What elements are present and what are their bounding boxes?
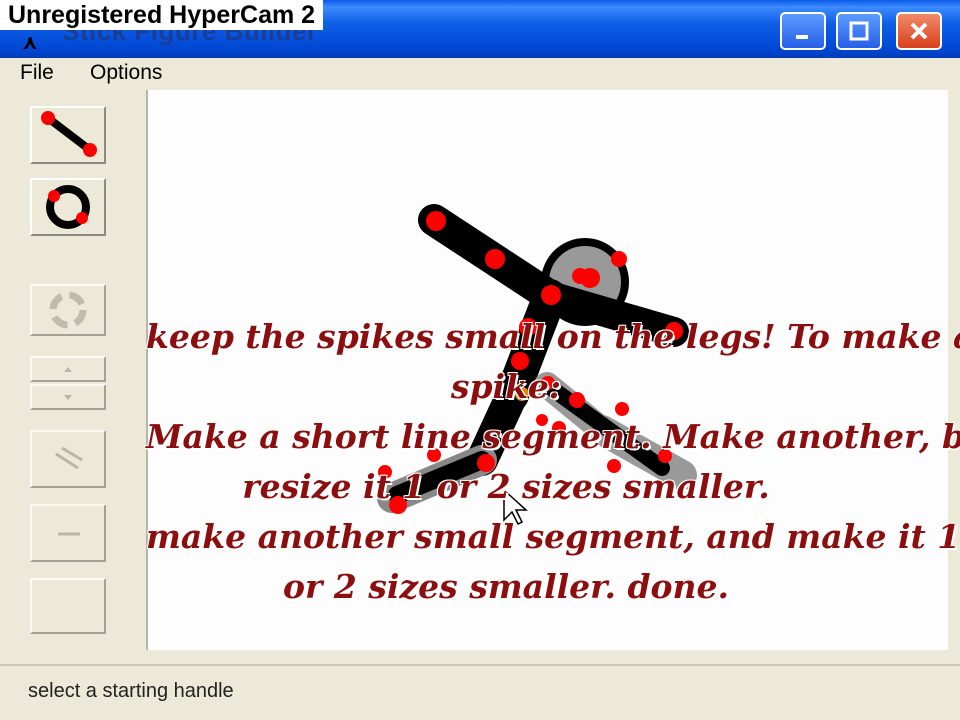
maximize-icon <box>849 21 869 41</box>
down-arrow-icon <box>64 395 72 400</box>
rotate-tool-button[interactable] <box>30 284 106 336</box>
blank-icon <box>32 580 104 632</box>
menu-bar: File Options <box>0 58 960 88</box>
minimize-icon <box>796 35 808 39</box>
rotate-icon <box>49 291 87 329</box>
line-segment-icon <box>41 111 97 157</box>
move-up-button[interactable] <box>30 356 106 382</box>
status-text: select a starting handle <box>28 680 234 702</box>
menu-options[interactable]: Options <box>90 61 162 85</box>
blank-tool-button[interactable] <box>30 578 106 634</box>
circle-segment-icon <box>46 185 90 229</box>
caption-line: resize it 1 or 2 sizes smaller. <box>242 467 770 506</box>
menu-file[interactable]: File <box>20 61 54 85</box>
maximize-button[interactable] <box>836 12 882 50</box>
caption-line: spike: <box>450 367 562 406</box>
horizontal-tool-button[interactable] <box>30 504 106 562</box>
line-tool-button[interactable] <box>30 106 106 164</box>
caption-line: keep the spikes small on the legs! To ma… <box>146 317 960 356</box>
stickman-icon: ⋏ <box>22 30 39 54</box>
minimize-button[interactable] <box>780 12 826 50</box>
status-bar: select a starting handle <box>0 664 960 720</box>
diagonal-tool-button[interactable] <box>30 430 106 488</box>
tool-palette <box>10 90 130 650</box>
caption-line: make another small segment, and make it … <box>146 517 960 556</box>
close-icon <box>910 22 928 40</box>
diagonal-line-icon <box>55 446 83 470</box>
up-arrow-icon <box>64 367 72 372</box>
caption-line: Make a short line segment. Make another,… <box>146 417 960 456</box>
circle-tool-button[interactable] <box>30 178 106 236</box>
tutorial-caption: keep the spikes small on the legs! To ma… <box>146 312 960 612</box>
horizontal-line-icon <box>58 532 80 536</box>
watermark-label: Unregistered HyperCam 2 <box>0 0 324 30</box>
move-down-button[interactable] <box>30 384 106 410</box>
caption-line: or 2 sizes smaller. done. <box>282 567 730 606</box>
close-button[interactable] <box>896 12 942 50</box>
app-window: Unregistered HyperCam 2 ⋏ Stick Figure B… <box>0 0 960 720</box>
